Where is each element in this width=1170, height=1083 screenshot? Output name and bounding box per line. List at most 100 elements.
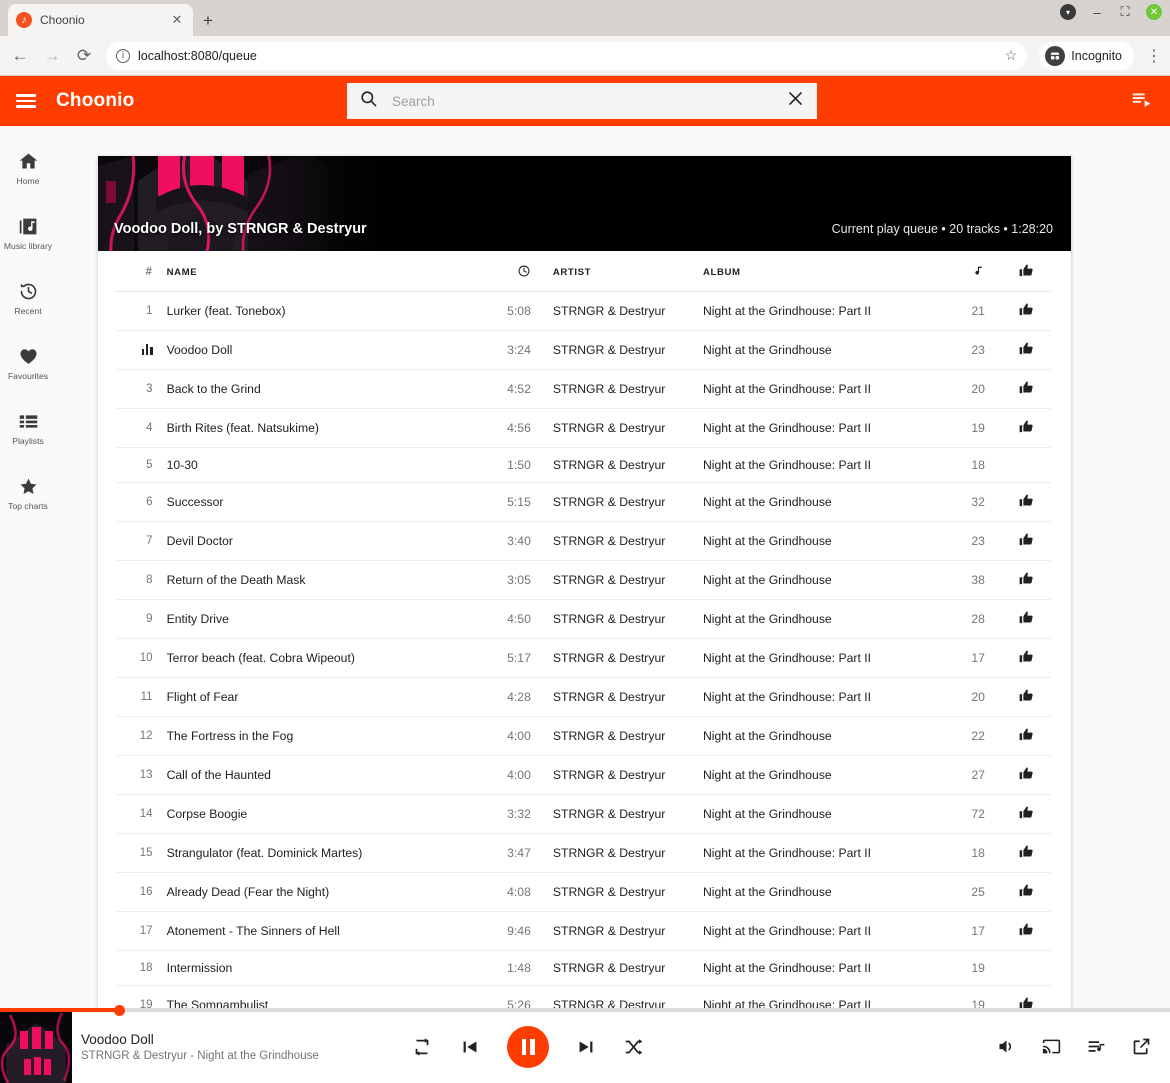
table-row[interactable]: 9Entity Drive4:50STRNGR & DestryurNight … — [116, 600, 1051, 639]
row-rating[interactable] — [1003, 834, 1051, 873]
row-artist[interactable]: STRNGR & Destryur — [553, 678, 703, 717]
row-track-name[interactable]: Already Dead (Fear the Night) — [167, 873, 483, 912]
window-menu-icon[interactable]: ▾ — [1060, 4, 1076, 20]
bookmark-star-icon[interactable]: ☆ — [1005, 47, 1018, 64]
skip-previous-icon[interactable] — [459, 1036, 481, 1058]
row-track-name[interactable]: Atonement - The Sinners of Hell — [167, 912, 483, 951]
progress-thumb[interactable] — [114, 1005, 125, 1016]
sidebar-item-music-library[interactable]: Music library — [0, 207, 56, 260]
header-duration[interactable] — [482, 251, 553, 292]
row-album[interactable]: Night at the Grindhouse: Part II — [703, 292, 946, 331]
playback-progress-bar[interactable] — [0, 1008, 1170, 1012]
row-rating[interactable] — [1003, 756, 1051, 795]
window-close-button[interactable]: ✕ — [1146, 4, 1162, 20]
browser-tab[interactable]: ♪ Choonio ✕ — [8, 4, 193, 36]
table-row[interactable]: 11Flight of Fear4:28STRNGR & DestryurNig… — [116, 678, 1051, 717]
forward-button[interactable]: → — [42, 46, 62, 66]
sidebar-item-top-charts[interactable]: Top charts — [0, 467, 56, 520]
row-rating[interactable] — [1003, 409, 1051, 448]
row-track-name[interactable]: Terror beach (feat. Cobra Wipeout) — [167, 639, 483, 678]
row-album[interactable]: Night at the Grindhouse: Part II — [703, 448, 946, 483]
row-track-name[interactable]: 10-30 — [167, 448, 483, 483]
tab-close-icon[interactable]: ✕ — [169, 12, 185, 28]
row-album[interactable]: Night at the Grindhouse — [703, 600, 946, 639]
row-rating[interactable] — [1003, 561, 1051, 600]
row-rating[interactable] — [1003, 873, 1051, 912]
row-rating[interactable] — [1003, 522, 1051, 561]
row-artist[interactable]: STRNGR & Destryur — [553, 409, 703, 448]
row-artist[interactable]: STRNGR & Destryur — [553, 522, 703, 561]
table-row[interactable]: 8Return of the Death Mask3:05STRNGR & De… — [116, 561, 1051, 600]
row-album[interactable]: Night at the Grindhouse: Part II — [703, 678, 946, 717]
now-playing-album-art[interactable] — [0, 1011, 72, 1083]
row-rating[interactable] — [1003, 678, 1051, 717]
table-row[interactable]: 510-301:50STRNGR & DestryurNight at the … — [116, 448, 1051, 483]
row-track-name[interactable]: Voodoo Doll — [167, 331, 483, 370]
table-row[interactable]: 6Successor5:15STRNGR & DestryurNight at … — [116, 483, 1051, 522]
search-bar[interactable] — [347, 83, 817, 119]
row-track-name[interactable]: Lurker (feat. Tonebox) — [167, 292, 483, 331]
row-album[interactable]: Night at the Grindhouse — [703, 522, 946, 561]
row-album[interactable]: Night at the Grindhouse: Part II — [703, 409, 946, 448]
table-row[interactable]: 16Already Dead (Fear the Night)4:08STRNG… — [116, 873, 1051, 912]
row-rating[interactable] — [1003, 795, 1051, 834]
row-track-name[interactable]: Successor — [167, 483, 483, 522]
table-row[interactable]: 12The Fortress in the Fog4:00STRNGR & De… — [116, 717, 1051, 756]
row-artist[interactable]: STRNGR & Destryur — [553, 951, 703, 986]
row-artist[interactable]: STRNGR & Destryur — [553, 795, 703, 834]
row-album[interactable]: Night at the Grindhouse: Part II — [703, 834, 946, 873]
row-track-name[interactable]: Strangulator (feat. Dominick Martes) — [167, 834, 483, 873]
sidebar-item-recent[interactable]: Recent — [0, 272, 56, 325]
menu-icon[interactable] — [16, 94, 36, 107]
row-album[interactable]: Night at the Grindhouse: Part II — [703, 912, 946, 951]
row-rating[interactable] — [1003, 639, 1051, 678]
table-row[interactable]: 10Terror beach (feat. Cobra Wipeout)5:17… — [116, 639, 1051, 678]
table-row[interactable]: 17Atonement - The Sinners of Hell9:46STR… — [116, 912, 1051, 951]
browser-menu-icon[interactable]: ⋮ — [1146, 46, 1160, 66]
play-pause-button[interactable] — [507, 1026, 549, 1068]
row-album[interactable]: Night at the Grindhouse — [703, 756, 946, 795]
header-rating[interactable] — [1003, 251, 1051, 292]
row-artist[interactable]: STRNGR & Destryur — [553, 370, 703, 409]
row-track-name[interactable]: Corpse Boogie — [167, 795, 483, 834]
cast-icon[interactable] — [1041, 1036, 1062, 1057]
skip-next-icon[interactable] — [575, 1036, 597, 1058]
row-rating[interactable] — [1003, 483, 1051, 522]
table-row[interactable]: 3Back to the Grind4:52STRNGR & DestryurN… — [116, 370, 1051, 409]
row-album[interactable]: Night at the Grindhouse — [703, 561, 946, 600]
playlist-play-icon[interactable] — [1130, 88, 1152, 115]
row-track-name[interactable]: Flight of Fear — [167, 678, 483, 717]
incognito-indicator[interactable]: Incognito — [1039, 42, 1134, 70]
table-row[interactable]: 1Lurker (feat. Tonebox)5:08STRNGR & Dest… — [116, 292, 1051, 331]
row-track-name[interactable]: Devil Doctor — [167, 522, 483, 561]
row-artist[interactable]: STRNGR & Destryur — [553, 912, 703, 951]
row-artist[interactable]: STRNGR & Destryur — [553, 834, 703, 873]
row-artist[interactable]: STRNGR & Destryur — [553, 717, 703, 756]
shuffle-icon[interactable] — [623, 1036, 645, 1058]
header-artist[interactable]: ARTIST — [553, 251, 703, 292]
row-artist[interactable]: STRNGR & Destryur — [553, 639, 703, 678]
repeat-icon[interactable] — [411, 1036, 433, 1058]
row-rating[interactable] — [1003, 292, 1051, 331]
row-track-name[interactable]: Birth Rites (feat. Natsukime) — [167, 409, 483, 448]
row-rating[interactable] — [1003, 717, 1051, 756]
search-input[interactable] — [392, 94, 772, 109]
search-clear-icon[interactable] — [786, 89, 805, 113]
row-artist[interactable]: STRNGR & Destryur — [553, 561, 703, 600]
row-rating[interactable] — [1003, 912, 1051, 951]
row-track-name[interactable]: Call of the Haunted — [167, 756, 483, 795]
header-number[interactable]: # — [116, 251, 167, 292]
site-info-icon[interactable]: i — [116, 49, 130, 63]
row-album[interactable]: Night at the Grindhouse — [703, 873, 946, 912]
header-album[interactable]: ALBUM — [703, 251, 946, 292]
row-track-name[interactable]: The Fortress in the Fog — [167, 717, 483, 756]
row-track-name[interactable]: Intermission — [167, 951, 483, 986]
row-rating[interactable] — [1003, 600, 1051, 639]
row-artist[interactable]: STRNGR & Destryur — [553, 600, 703, 639]
queue-music-icon[interactable] — [1086, 1036, 1107, 1057]
row-rating[interactable] — [1003, 370, 1051, 409]
row-artist[interactable]: STRNGR & Destryur — [553, 756, 703, 795]
header-plays[interactable] — [946, 251, 1003, 292]
volume-up-icon[interactable] — [996, 1036, 1017, 1057]
row-rating[interactable] — [1003, 448, 1051, 483]
